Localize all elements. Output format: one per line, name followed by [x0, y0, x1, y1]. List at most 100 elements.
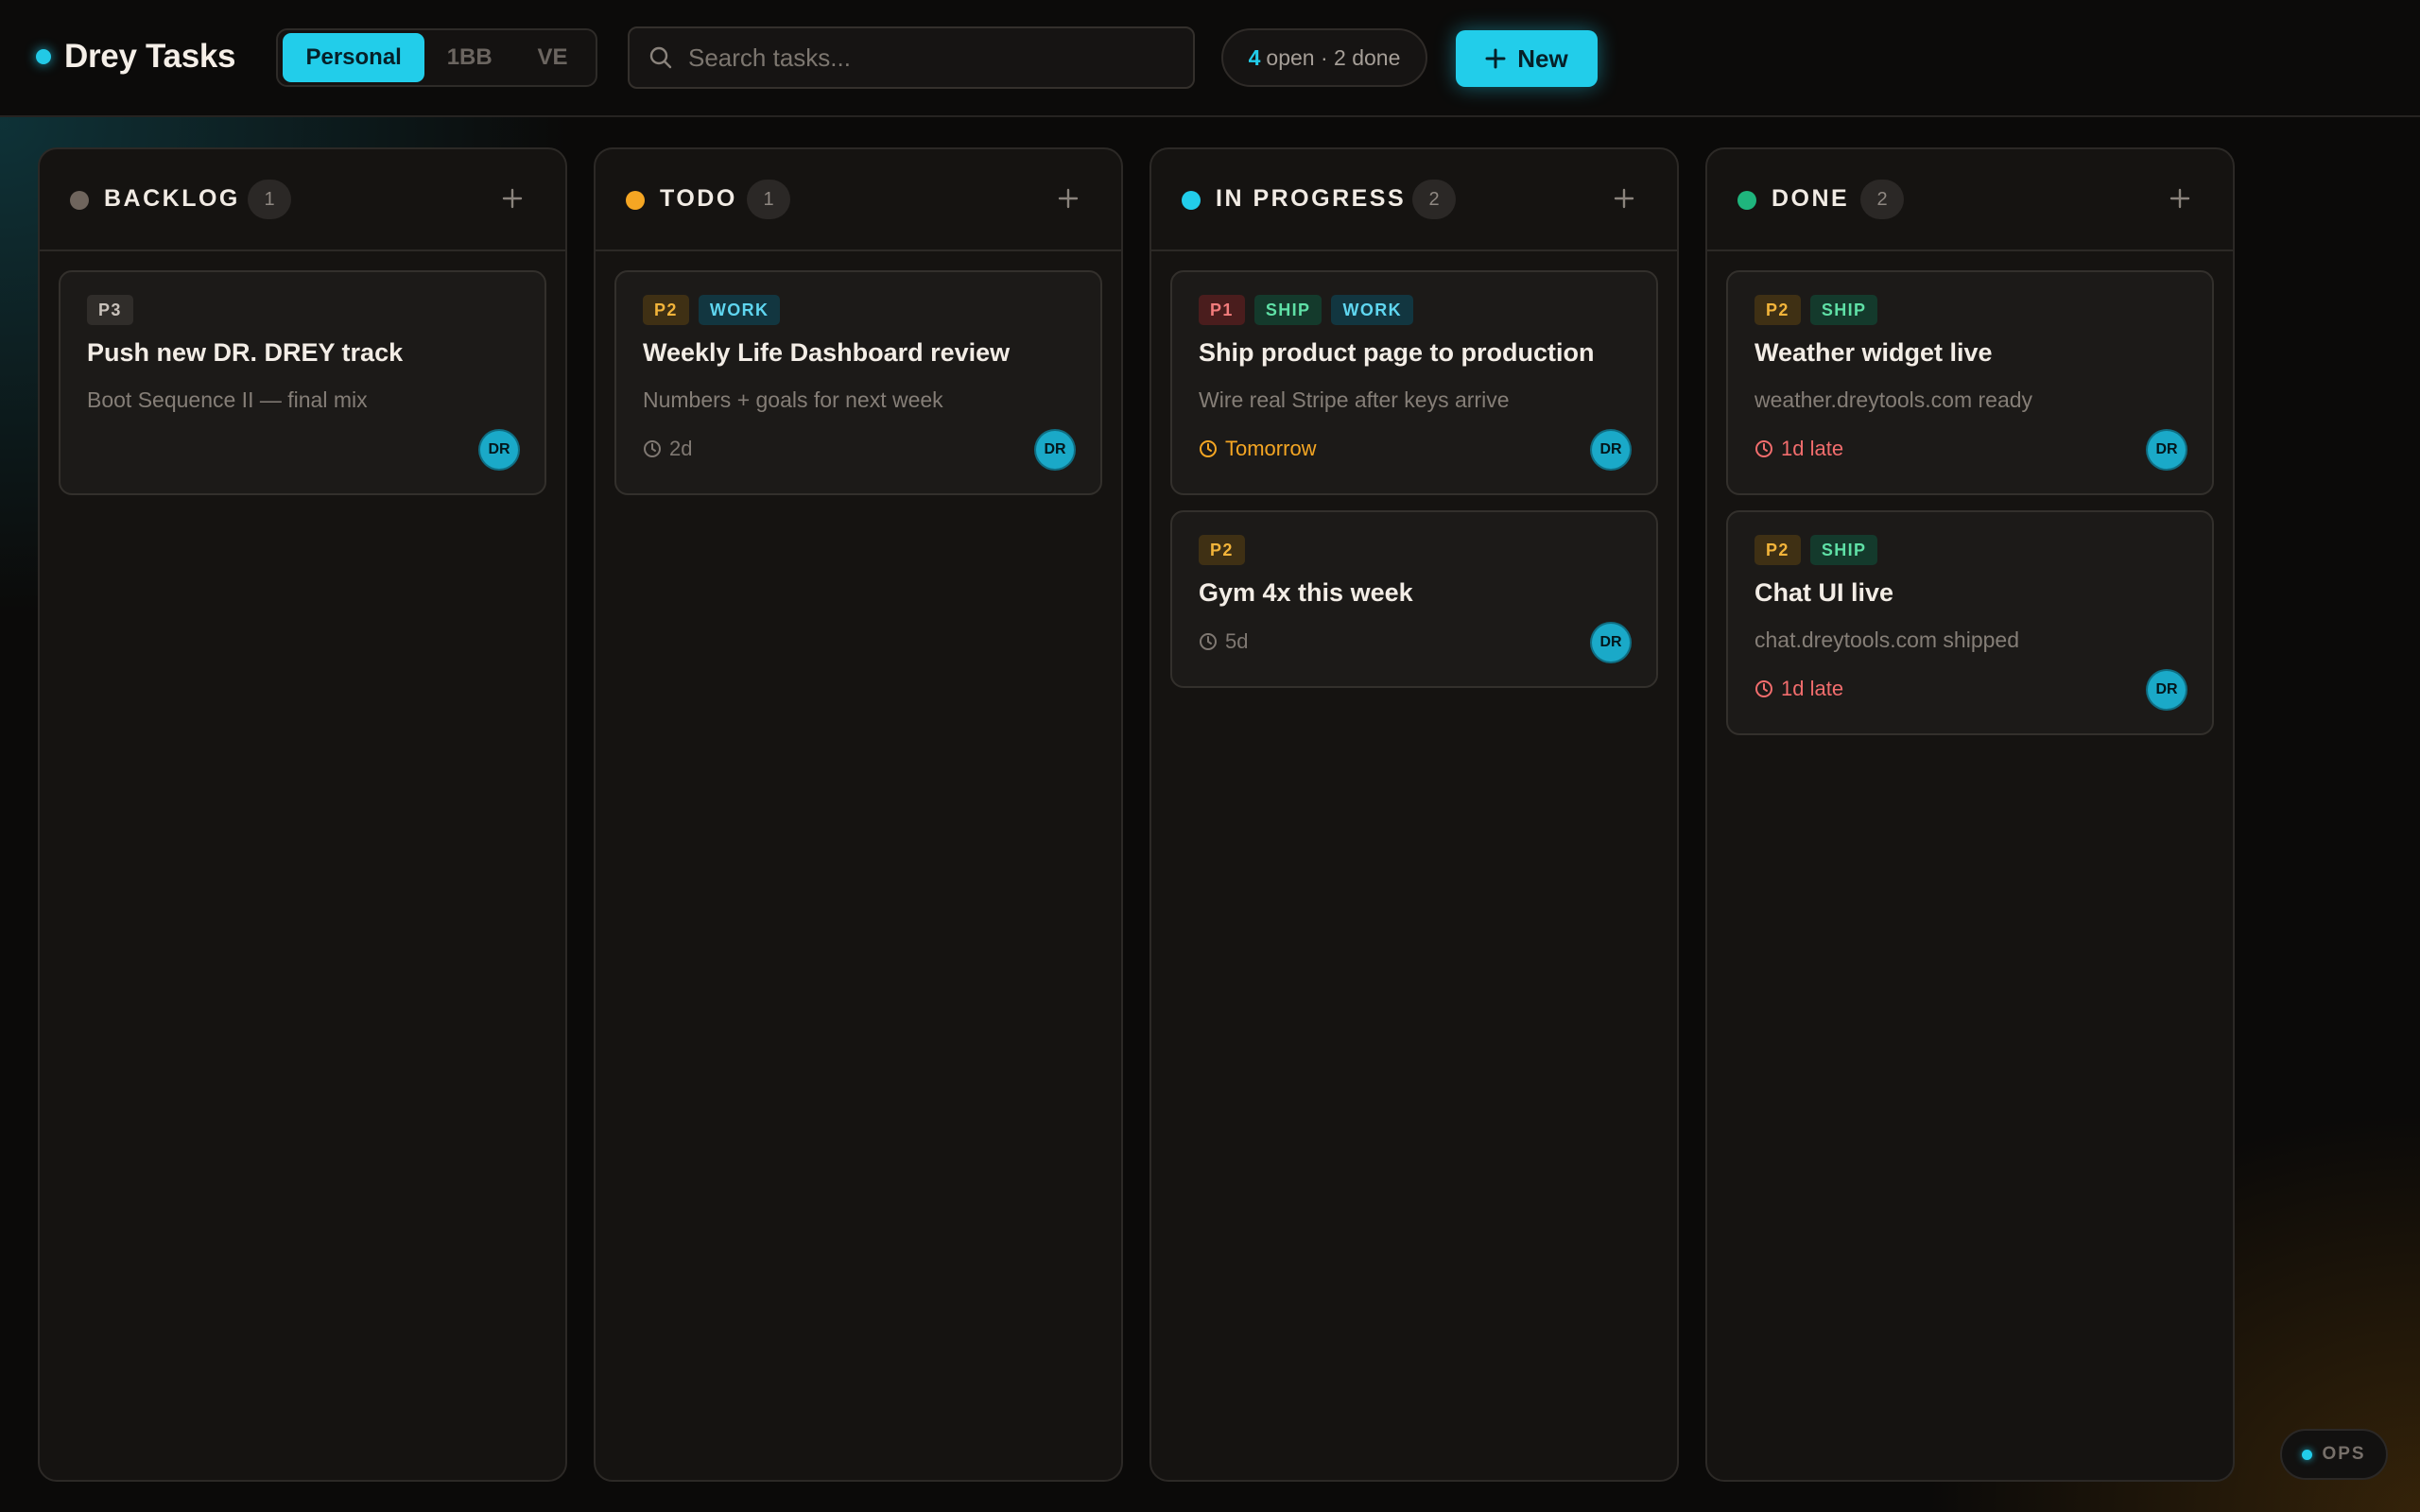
plus-icon — [1485, 48, 1506, 69]
card-description: Numbers + goals for next week — [643, 387, 943, 412]
task-card[interactable]: P2 WORK Weekly Life Dashboard review Number… — [614, 270, 1102, 495]
avatar: DR — [1592, 431, 1630, 469]
workspace-tab-1bb[interactable]: 1BB — [428, 33, 510, 82]
avatar: DR — [480, 431, 518, 469]
due-label: 5d — [1225, 629, 1249, 653]
brand: Drey Tasks — [36, 28, 236, 85]
column-status-dot — [1182, 191, 1201, 210]
tag-list: P2 SHIP — [1754, 535, 1878, 565]
column-header: BACKLOG 1 — [40, 149, 565, 251]
column-done: DONE 2 P2 SHIP Weather widget live weather.dr… — [1705, 147, 2235, 1482]
due-date: 1d late — [1754, 677, 1843, 701]
avatar: DR — [1592, 624, 1630, 662]
workspace-tab-ve[interactable]: VE — [514, 33, 591, 82]
task-card[interactable]: P2 SHIP Weather widget live weather.dreytoo… — [1726, 270, 2214, 495]
top-bar: Drey Tasks Personal 1BB VE 4 open · 2 do… — [0, 0, 2420, 117]
column-count-badge: 2 — [1860, 180, 1904, 219]
column-header: DONE 2 — [1707, 149, 2233, 251]
card-title: Push new DR. DREY track — [87, 338, 404, 367]
column-status-dot — [1737, 191, 1756, 210]
column-header: TODO 1 — [596, 149, 1121, 251]
new-task-button[interactable]: New — [1456, 30, 1598, 87]
task-card[interactable]: P2 SHIP Chat UI live chat.dreytools.com shi… — [1726, 510, 2214, 735]
due-label: 2d — [669, 437, 693, 460]
due-label: 1d late — [1781, 437, 1844, 460]
priority-badge: P3 — [87, 295, 133, 325]
due-label: 1d late — [1781, 677, 1844, 700]
new-task-label: New — [1517, 43, 1568, 73]
plus-icon — [1058, 188, 1079, 209]
clock-icon — [1200, 633, 1217, 650]
column-count-badge: 2 — [1412, 180, 1456, 219]
plus-icon — [502, 188, 523, 209]
column-todo: TODO 1 P2 WORK Weekly Life Dashboard review N… — [594, 147, 1123, 1482]
label-tag: WORK — [698, 295, 781, 325]
avatar: DR — [1036, 431, 1074, 469]
search-box — [628, 26, 1195, 89]
card-title: Ship product page to production — [1199, 338, 1595, 367]
due-date: Tomorrow — [1199, 437, 1317, 461]
column-header: IN PROGRESS 2 — [1151, 149, 1677, 251]
avatar: DR — [2148, 431, 2186, 469]
due-date: 5d — [1199, 629, 1248, 654]
column-status-dot — [626, 191, 645, 210]
workspace-switcher: Personal 1BB VE — [276, 28, 597, 87]
workspace-tab-personal[interactable]: Personal — [283, 33, 425, 82]
app-title: Drey Tasks — [64, 38, 236, 75]
label-tag: WORK — [1331, 295, 1414, 325]
priority-badge: P2 — [1754, 535, 1801, 565]
search-icon — [649, 46, 672, 69]
priority-badge: P1 — [1199, 295, 1245, 325]
column-title: BACKLOG — [104, 185, 240, 212]
card-description: chat.dreytools.com shipped — [1754, 627, 2019, 652]
tag-list: P2 WORK — [643, 295, 781, 325]
plus-icon — [1614, 188, 1634, 209]
card-title: Gym 4x this week — [1199, 578, 1413, 607]
column-in-progress: IN PROGRESS 2 P1 SHIP WORK Ship product page … — [1150, 147, 1679, 1482]
add-card-button[interactable] — [2161, 180, 2199, 217]
plus-icon — [2169, 188, 2190, 209]
add-card-button[interactable] — [1049, 180, 1087, 217]
label-tag: SHIP — [1253, 295, 1322, 325]
due-date: 1d late — [1754, 437, 1843, 461]
clock-icon — [1755, 440, 1772, 457]
column-status-dot — [70, 191, 89, 210]
label-tag: SHIP — [1809, 295, 1878, 325]
task-card[interactable]: P2 Gym 4x this week 5d DR — [1170, 510, 1658, 688]
tag-list: P1 SHIP WORK — [1199, 295, 1414, 325]
label-tag: SHIP — [1809, 535, 1878, 565]
clock-icon — [1755, 680, 1772, 697]
tag-list: P3 — [87, 295, 133, 325]
due-label: Tomorrow — [1225, 437, 1317, 460]
due-date: 2d — [643, 437, 692, 461]
add-card-button[interactable] — [493, 180, 531, 217]
column-title: DONE — [1772, 185, 1850, 212]
card-title: Chat UI live — [1754, 578, 1894, 607]
search-input[interactable] — [686, 42, 1193, 74]
column-count-badge: 1 — [747, 180, 790, 219]
card-description: weather.dreytools.com ready — [1754, 387, 2033, 412]
task-stats: 4 open · 2 done — [1221, 28, 1427, 87]
task-card[interactable]: P1 SHIP WORK Ship product page to productio… — [1170, 270, 1658, 495]
tag-list: P2 — [1199, 535, 1245, 565]
column-backlog: BACKLOG 1 P3 Push new DR. DREY track Boot Se… — [38, 147, 567, 1482]
column-title: TODO — [660, 185, 737, 212]
add-card-button[interactable] — [1605, 180, 1643, 217]
stats-label: open · 2 done — [1266, 44, 1401, 70]
column-title: IN PROGRESS — [1216, 185, 1407, 212]
open-count: 4 — [1248, 44, 1261, 70]
column-count-badge: 1 — [248, 180, 291, 219]
clock-icon — [644, 440, 661, 457]
priority-badge: P2 — [1199, 535, 1245, 565]
status-dot-icon — [36, 49, 51, 64]
ops-label: OPS — [2322, 1444, 2366, 1464]
status-dot-icon — [2302, 1449, 2313, 1460]
card-title: Weekly Life Dashboard review — [643, 338, 1011, 367]
task-card[interactable]: P3 Push new DR. DREY track Boot Sequence I… — [59, 270, 546, 495]
ops-button[interactable]: OPS — [2280, 1429, 2388, 1480]
clock-icon — [1200, 440, 1217, 457]
priority-badge: P2 — [643, 295, 689, 325]
card-description: Boot Sequence II — final mix — [87, 387, 368, 412]
card-title: Weather widget live — [1754, 338, 1993, 367]
avatar: DR — [2148, 671, 2186, 709]
